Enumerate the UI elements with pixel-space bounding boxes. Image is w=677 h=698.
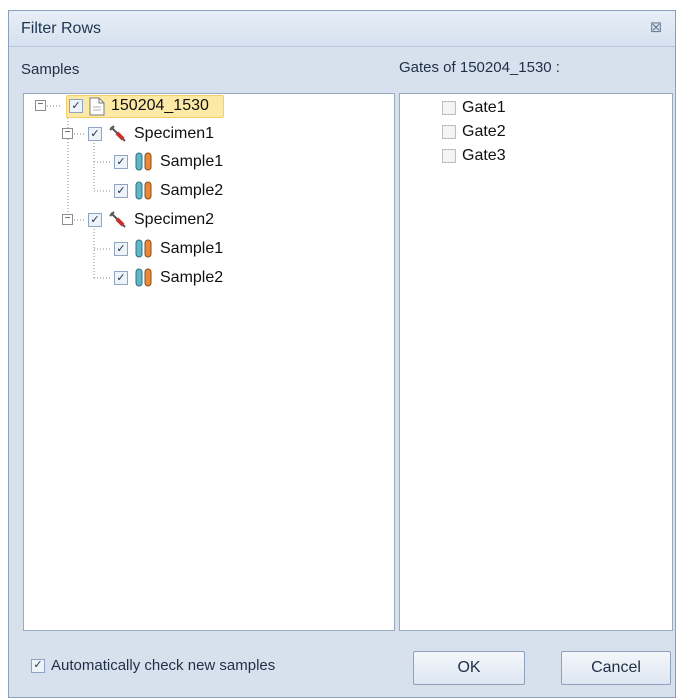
tree-specimen-node[interactable]: ✓ Specimen2 <box>88 208 214 232</box>
test-tubes-icon <box>134 181 154 201</box>
sample-checkbox[interactable]: ✓ <box>114 184 128 198</box>
tree-specimen-node[interactable]: ✓ Specimen1 <box>88 122 214 146</box>
gate-item[interactable]: Gate2 <box>442 120 506 144</box>
tree-sample-node[interactable]: ✓ Sample1 <box>114 237 223 261</box>
ok-button[interactable]: OK <box>413 651 525 685</box>
sample-label: Sample2 <box>160 269 224 286</box>
tree-sample-node[interactable]: ✓ Sample2 <box>114 179 223 203</box>
specimen1-checkbox[interactable]: ✓ <box>88 127 102 141</box>
document-icon <box>89 97 105 116</box>
gate-label: Gate1 <box>462 99 506 116</box>
sample-checkbox[interactable]: ✓ <box>114 155 128 169</box>
gate-checkbox[interactable] <box>442 149 456 163</box>
test-tubes-icon <box>134 152 154 172</box>
samples-tree[interactable]: − − − ✓ 150204_1530 ✓ Specimen1 ✓ Sample… <box>23 93 395 631</box>
sample-checkbox[interactable]: ✓ <box>114 271 128 285</box>
collapse-specimen2-toggle[interactable]: − <box>62 214 73 225</box>
gate-item[interactable]: Gate1 <box>442 96 506 120</box>
gate-checkbox[interactable] <box>442 125 456 139</box>
auto-check-option[interactable]: ✓ Automatically check new samples <box>31 657 275 674</box>
dialog-title: Filter Rows <box>21 20 102 37</box>
specimen-label: Specimen2 <box>134 211 215 228</box>
sample-label: Sample1 <box>160 240 224 257</box>
test-tubes-icon <box>134 268 154 288</box>
tree-sample-node[interactable]: ✓ Sample1 <box>114 150 223 174</box>
gate-item[interactable]: Gate3 <box>442 144 506 168</box>
root-checkbox[interactable]: ✓ <box>69 99 83 113</box>
filter-rows-dialog: Filter Rows ⊠ Samples Gates of 150204_15… <box>8 10 676 698</box>
test-tubes-icon <box>134 239 154 259</box>
collapse-root-toggle[interactable]: − <box>35 100 46 111</box>
gate-label: Gate3 <box>462 147 506 164</box>
gate-checkbox[interactable] <box>442 101 456 115</box>
close-icon[interactable]: ⊠ <box>647 20 665 36</box>
sample-label: Sample2 <box>160 182 224 199</box>
tree-sample-node[interactable]: ✓ Sample2 <box>114 266 223 290</box>
samples-label: Samples <box>21 61 80 78</box>
collapse-specimen1-toggle[interactable]: − <box>62 128 73 139</box>
auto-check-label: Automatically check new samples <box>51 657 276 674</box>
sample-label: Sample1 <box>160 153 224 170</box>
title-bar: Filter Rows ⊠ <box>9 11 675 47</box>
syringe-icon <box>108 124 128 144</box>
gates-list[interactable]: Gate1 Gate2 Gate3 <box>399 93 673 631</box>
root-selection-highlight: ✓ 150204_1530 <box>66 94 224 118</box>
auto-check-checkbox[interactable]: ✓ <box>31 658 45 673</box>
specimen2-checkbox[interactable]: ✓ <box>88 213 102 227</box>
tree-root-node[interactable]: ✓ 150204_1530 <box>66 94 224 118</box>
sample-checkbox[interactable]: ✓ <box>114 242 128 256</box>
syringe-icon <box>108 210 128 230</box>
specimen-label: Specimen1 <box>134 125 215 142</box>
gate-label: Gate2 <box>462 123 506 140</box>
cancel-button[interactable]: Cancel <box>561 651 671 685</box>
gates-label: Gates of 150204_1530 : <box>399 59 560 76</box>
root-label: 150204_1530 <box>111 97 209 114</box>
